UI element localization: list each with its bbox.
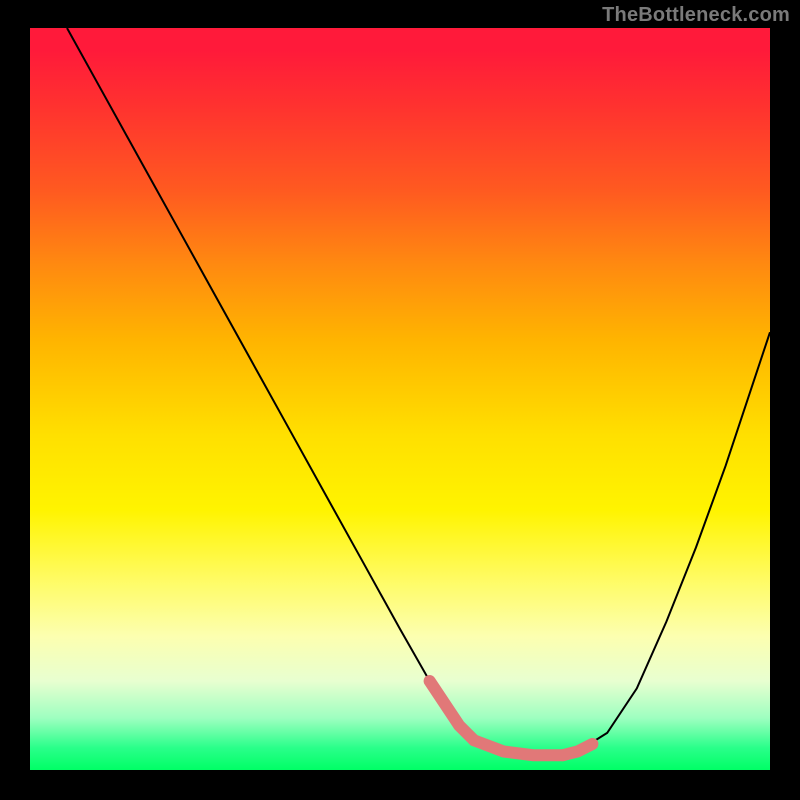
highlight-left (430, 681, 474, 740)
highlight-right (563, 744, 593, 755)
watermark-text: TheBottleneck.com (602, 4, 790, 27)
curve-overlay (30, 28, 770, 770)
highlight-flat (474, 740, 563, 755)
plot-area (30, 28, 770, 770)
chart-frame: TheBottleneck.com (0, 0, 800, 800)
bottleneck-curve (67, 28, 770, 755)
